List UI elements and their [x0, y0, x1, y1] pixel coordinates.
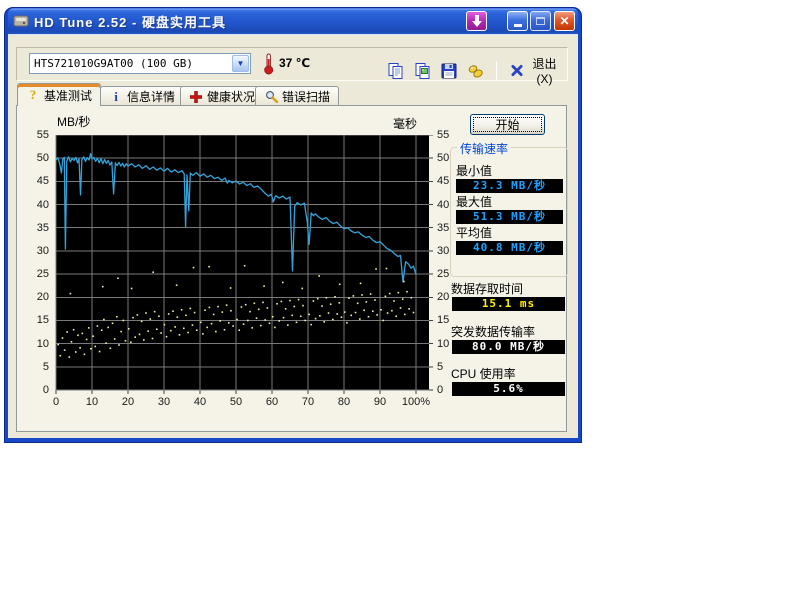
temperature-value: 37 ℃: [279, 56, 310, 70]
tab-info[interactable]: i 信息详情: [100, 86, 184, 106]
x-tick-label: 0: [39, 396, 73, 408]
tab-label: 健康状况: [207, 88, 255, 105]
min-value-box: 23.3 MB/秒: [456, 179, 563, 193]
y-tick-label: 10: [437, 338, 449, 350]
x-tick-label: 90: [363, 396, 397, 408]
minimize-button[interactable]: [507, 11, 528, 31]
tab-label: 信息详情: [127, 88, 175, 105]
y-tick-label: 40: [23, 199, 49, 211]
y-tick-label: 55: [23, 129, 49, 141]
y-tick-label: 0: [437, 384, 443, 396]
options-icon: [467, 62, 485, 80]
min-label: 最小值: [456, 162, 492, 179]
left-axis-unit-label: MB/秒: [57, 113, 90, 130]
avg-label: 平均值: [456, 224, 492, 241]
toolbar-separator: [496, 61, 497, 81]
y-tick-label: 25: [437, 268, 449, 280]
maximize-button[interactable]: [530, 11, 551, 31]
x-tick-label: 30: [147, 396, 181, 408]
transfer-rate-groupbox: 传输速率 最小值 23.3 MB/秒 最大值 51.3 MB/秒 平均值 40.…: [450, 147, 568, 277]
y-tick-label: 0: [23, 384, 49, 396]
tab-health[interactable]: 健康状况: [180, 86, 264, 106]
maximize-icon: [536, 17, 545, 25]
close-button[interactable]: ✕: [554, 11, 575, 31]
y-tick-label: 30: [437, 245, 449, 257]
x-tick-label: 50: [219, 396, 253, 408]
drive-selector[interactable]: HTS721010G9AT00 (100 GB) ▼: [29, 53, 251, 74]
max-label: 最大值: [456, 193, 492, 210]
x-tick-label: 100%: [399, 396, 433, 408]
app-icon: [13, 13, 29, 29]
save-icon: [440, 62, 458, 80]
y-tick-label: 35: [437, 222, 449, 234]
options-button[interactable]: [466, 60, 487, 82]
benchmark-plot-wrap: [52, 135, 437, 402]
tab-error-scan[interactable]: 错误扫描: [255, 86, 339, 106]
drive-selected-value: HTS721010G9AT00 (100 GB): [30, 57, 232, 70]
benchmark-icon: ?: [26, 88, 40, 102]
copy-image-button[interactable]: [413, 60, 434, 82]
x-tick-label: 70: [291, 396, 325, 408]
benchmark-tab-page: MB/秒 毫秒 5550454035302520151050 555045403…: [16, 105, 567, 432]
y-tick-label: 5: [23, 361, 49, 373]
info-icon: i: [109, 90, 123, 104]
copy-text-icon: [387, 62, 405, 80]
burst-rate-label: 突发数据传输率: [451, 323, 535, 340]
y-tick-label: 40: [437, 199, 449, 211]
y-tick-label: 35: [23, 222, 49, 234]
download-arrow-button[interactable]: [466, 11, 487, 31]
toolbar-band: HTS721010G9AT00 (100 GB) ▼ 37 ℃: [16, 47, 568, 81]
scan-icon: [264, 90, 278, 104]
save-button[interactable]: [439, 60, 460, 82]
y-tick-label: 15: [437, 314, 449, 326]
hdtune-window: HD Tune 2.52 - 硬盘实用工具 ✕ HTS721010G9AT00 …: [5, 8, 581, 442]
exit-x-icon: [511, 64, 523, 77]
tab-benchmark[interactable]: ? 基准测试: [17, 83, 101, 106]
transfer-rate-group-title: 传输速率: [457, 140, 511, 157]
cpu-usage-value-box: 5.6%: [452, 382, 565, 396]
window-client-area: HTS721010G9AT00 (100 GB) ▼ 37 ℃: [8, 34, 578, 438]
copy-image-icon: [414, 62, 432, 80]
y-tick-label: 45: [437, 175, 449, 187]
y-tick-label: 20: [437, 291, 449, 303]
down-arrow-icon: [472, 15, 482, 27]
titlebar: HD Tune 2.52 - 硬盘实用工具 ✕: [8, 8, 578, 34]
exit-label: 退出(X): [526, 55, 563, 86]
y-tick-label: 50: [23, 152, 49, 164]
start-button[interactable]: 开始: [470, 114, 545, 135]
copy-text-button[interactable]: [386, 60, 407, 82]
avg-value-box: 40.8 MB/秒: [456, 241, 563, 255]
y-tick-label: 15: [23, 314, 49, 326]
y-tick-label: 55: [437, 129, 449, 141]
cpu-usage-label: CPU 使用率: [451, 365, 516, 382]
y-tick-label: 5: [437, 361, 443, 373]
access-time-label: 数据存取时间: [451, 280, 523, 297]
tab-label: 基准测试: [44, 87, 92, 104]
right-axis-unit-label: 毫秒: [393, 115, 417, 132]
y-tick-label: 45: [23, 175, 49, 187]
x-tick-label: 20: [111, 396, 145, 408]
y-tick-label: 20: [23, 291, 49, 303]
access-time-value-box: 15.1 ms: [452, 297, 565, 311]
health-icon: [189, 90, 203, 104]
x-tick-label: 60: [255, 396, 289, 408]
y-tick-label: 50: [437, 152, 449, 164]
burst-rate-value-box: 80.0 MB/秒: [452, 340, 565, 354]
max-value-box: 51.3 MB/秒: [456, 210, 563, 224]
y-tick-label: 25: [23, 268, 49, 280]
x-tick-label: 40: [183, 396, 217, 408]
close-icon: ✕: [559, 14, 569, 28]
thermometer-icon: [263, 52, 275, 75]
x-tick-label: 10: [75, 396, 109, 408]
window-title: HD Tune 2.52 - 硬盘实用工具: [34, 12, 226, 31]
x-tick-label: 80: [327, 396, 361, 408]
dropdown-arrow-icon[interactable]: ▼: [232, 55, 249, 72]
y-tick-label: 10: [23, 338, 49, 350]
tab-label: 错误扫描: [282, 88, 330, 105]
benchmark-plot: [52, 135, 437, 397]
exit-button[interactable]: 退出(X): [507, 53, 567, 88]
y-tick-label: 30: [23, 245, 49, 257]
minimize-icon: [514, 24, 522, 27]
